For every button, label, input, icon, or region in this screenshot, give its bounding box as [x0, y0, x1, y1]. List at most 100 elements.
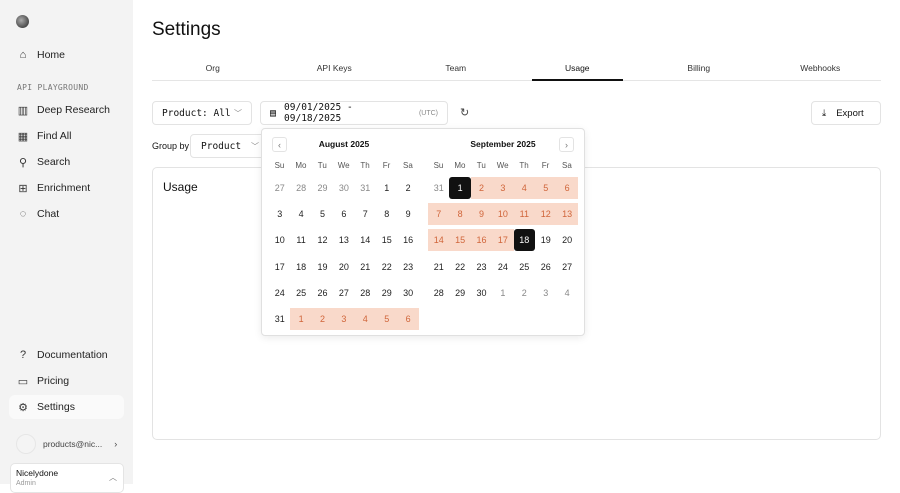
calendar-day[interactable]: 10: [269, 229, 290, 251]
calendar-day[interactable]: 19: [312, 256, 333, 278]
calendar-day[interactable]: 8: [449, 203, 471, 226]
calendar-day[interactable]: 22: [376, 256, 397, 278]
calendar-day[interactable]: 16: [470, 229, 493, 252]
calendar-day[interactable]: 20: [333, 256, 354, 278]
calendar-day[interactable]: 7: [428, 203, 450, 226]
calendar-day[interactable]: 11: [513, 203, 535, 226]
calendar-day[interactable]: 22: [449, 256, 470, 278]
calendar-day[interactable]: 31: [355, 177, 376, 199]
calendar-day[interactable]: 31: [269, 308, 290, 330]
calendar-day[interactable]: 29: [449, 282, 470, 304]
sidebar-item-settings[interactable]: ⚙ Settings: [9, 395, 124, 419]
calendar-day[interactable]: 31: [428, 177, 449, 199]
sidebar-item-chat[interactable]: ◌ Chat: [9, 202, 124, 226]
user-menu[interactable]: products@nic... ›: [16, 434, 117, 454]
calendar-day[interactable]: 11: [290, 229, 311, 251]
export-button[interactable]: ⤓ Export: [811, 101, 881, 125]
calendar-day[interactable]: 30: [333, 177, 354, 199]
calendar-day[interactable]: 29: [376, 282, 397, 304]
calendar-day[interactable]: 2: [397, 177, 418, 199]
calendar-day[interactable]: 3: [269, 203, 290, 225]
product-filter[interactable]: Product: All ﹀: [152, 101, 252, 125]
calendar-day[interactable]: 21: [355, 256, 376, 278]
calendar-day[interactable]: 10: [492, 203, 514, 226]
calendar-day[interactable]: 5: [535, 177, 557, 199]
calendar-day[interactable]: 24: [269, 282, 290, 304]
calendar-day[interactable]: 5: [312, 203, 333, 225]
calendar-day[interactable]: 29: [312, 177, 333, 199]
calendar-day[interactable]: 24: [492, 256, 513, 278]
calendar-day[interactable]: 6: [333, 203, 354, 225]
org-switcher[interactable]: Nicelydone Admin ︿: [10, 463, 124, 493]
calendar-day[interactable]: 6: [397, 308, 419, 330]
sidebar-item-find-all[interactable]: ▦ Find All: [9, 124, 124, 148]
calendar-day[interactable]: 26: [312, 282, 333, 304]
calendar-day[interactable]: 3: [492, 177, 514, 199]
calendar-day[interactable]: 25: [290, 282, 311, 304]
calendar-day[interactable]: 20: [556, 229, 577, 251]
calendar-day[interactable]: 27: [269, 177, 290, 199]
tab-team[interactable]: Team: [395, 63, 517, 80]
tab-usage[interactable]: Usage: [517, 63, 639, 81]
date-range-picker[interactable]: ▤ 09/01/2025 - 09/18/2025 (UTC): [260, 101, 448, 125]
logo[interactable]: [16, 15, 29, 28]
calendar-day[interactable]: 26: [535, 256, 556, 278]
calendar-day[interactable]: 13: [333, 229, 354, 251]
calendar-day[interactable]: 15: [376, 229, 397, 251]
calendar-day[interactable]: 25: [514, 256, 535, 278]
tab-billing[interactable]: Billing: [638, 63, 760, 80]
calendar-day[interactable]: 17: [492, 229, 514, 252]
calendar-day[interactable]: 1: [492, 282, 513, 304]
calendar-day[interactable]: 28: [355, 282, 376, 304]
group-by-select[interactable]: Product ﹀: [190, 134, 270, 158]
calendar-day[interactable]: 1: [449, 177, 471, 199]
calendar-day[interactable]: 2: [514, 282, 535, 304]
calendar-day[interactable]: 3: [333, 308, 355, 330]
calendar-day[interactable]: 9: [397, 203, 418, 225]
calendar-day[interactable]: 8: [376, 203, 397, 225]
calendar-day[interactable]: 30: [471, 282, 492, 304]
calendar-day[interactable]: 5: [376, 308, 398, 330]
calendar-day[interactable]: 1: [376, 177, 397, 199]
calendar-day[interactable]: 12: [312, 229, 333, 251]
calendar-day[interactable]: 23: [397, 256, 418, 278]
calendar-day[interactable]: 18: [290, 256, 311, 278]
calendar-day[interactable]: 4: [513, 177, 535, 199]
calendar-day[interactable]: 2: [470, 177, 493, 199]
calendar-day[interactable]: 4: [354, 308, 376, 330]
calendar-day[interactable]: 23: [471, 256, 492, 278]
calendar-day[interactable]: 7: [355, 203, 376, 225]
tab-webhooks[interactable]: Webhooks: [760, 63, 882, 80]
sidebar-item-deep-research[interactable]: ▥ Deep Research: [9, 98, 124, 122]
calendar-day[interactable]: 21: [428, 256, 449, 278]
sidebar-item-documentation[interactable]: ? Documentation: [9, 343, 124, 367]
calendar-day[interactable]: 16: [397, 229, 418, 251]
calendar-day[interactable]: 4: [290, 203, 311, 225]
calendar-day[interactable]: 27: [556, 256, 577, 278]
sidebar-item-pricing[interactable]: ▭ Pricing: [9, 369, 124, 393]
calendar-day[interactable]: 13: [556, 203, 578, 226]
calendar-day[interactable]: 17: [269, 256, 290, 278]
tab-api-keys[interactable]: API Keys: [274, 63, 396, 80]
calendar-day[interactable]: 14: [355, 229, 376, 251]
sidebar-item-home[interactable]: ⌂ Home: [9, 43, 124, 67]
calendar-day[interactable]: 9: [470, 203, 493, 226]
calendar-day[interactable]: 19: [535, 229, 556, 251]
calendar-day[interactable]: 14: [428, 229, 450, 252]
calendar-day[interactable]: 30: [397, 282, 418, 304]
sidebar-item-search[interactable]: ⚲ Search: [9, 150, 124, 174]
calendar-day[interactable]: 12: [535, 203, 557, 226]
calendar-day[interactable]: 1: [290, 308, 312, 330]
refresh-icon[interactable]: ↻: [460, 106, 469, 119]
calendar-day[interactable]: 28: [290, 177, 311, 199]
calendar-day[interactable]: 18: [513, 229, 535, 252]
calendar-day[interactable]: 4: [556, 282, 577, 304]
calendar-day[interactable]: 27: [333, 282, 354, 304]
tab-org[interactable]: Org: [152, 63, 274, 80]
calendar-day[interactable]: 15: [449, 229, 471, 252]
calendar-day[interactable]: 3: [535, 282, 556, 304]
sidebar-item-enrichment[interactable]: ⊞ Enrichment: [9, 176, 124, 200]
calendar-day[interactable]: 28: [428, 282, 449, 304]
calendar-day[interactable]: 2: [311, 308, 334, 330]
calendar-day[interactable]: 6: [556, 177, 578, 199]
